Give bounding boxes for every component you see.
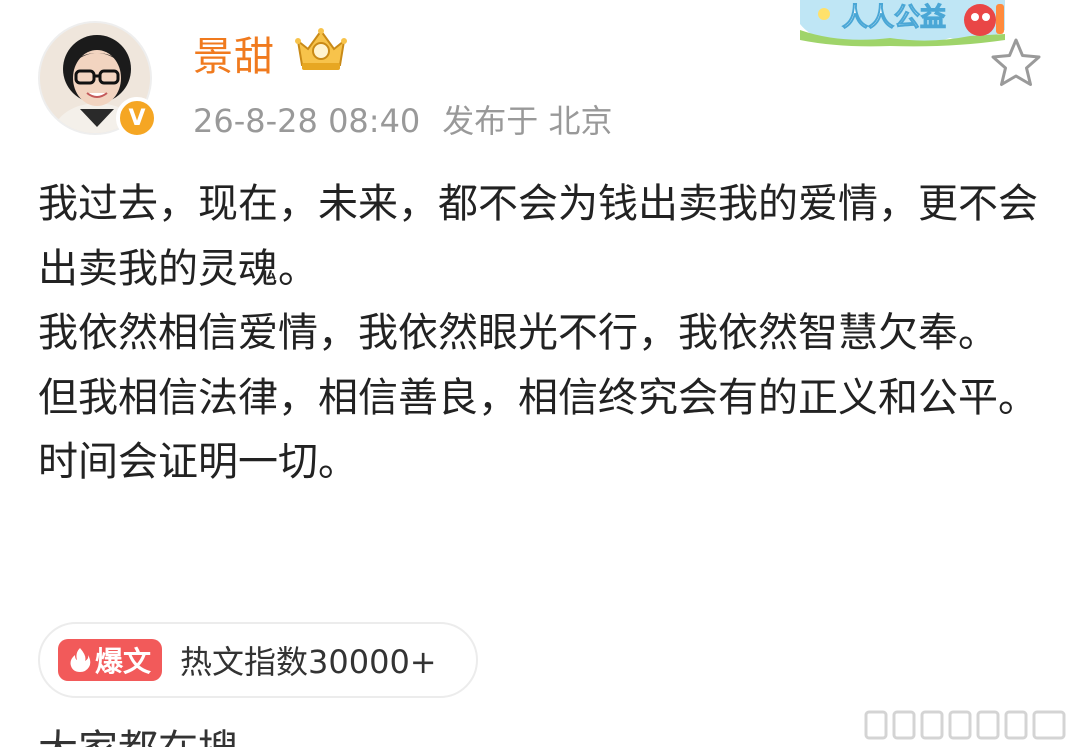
author-name[interactable]: 景甜 <box>193 24 275 82</box>
watermark-graphic <box>864 710 1066 740</box>
verified-v-icon: V <box>116 97 158 139</box>
star-outline-icon[interactable] <box>988 36 1044 90</box>
hot-badge-label: 爆文 <box>94 645 151 678</box>
post-location: 发布于 北京 <box>442 102 613 140</box>
weibo-post-card: V 景甜 26-8-28 08:40 发布于 北京 人人公益 我过去，现在，未来… <box>0 0 1080 747</box>
content-paragraph-3: 但我相信法律，相信善良，相信终究会有的正义和公平。 <box>38 374 1038 421</box>
charity-banner-label: 人人公益 <box>842 3 946 33</box>
hot-badge: 爆文 <box>58 639 162 681</box>
content-paragraph-1: 我过去，现在，未来，都不会为钱出卖我的爱情，更不会出卖我的灵魂。 <box>38 181 1038 292</box>
crown-icon[interactable] <box>294 27 348 73</box>
post-meta: 26-8-28 08:40 发布于 北京 <box>193 96 612 142</box>
hot-index-chip[interactable]: 爆文 热文指数30000+ <box>38 622 478 698</box>
author-avatar[interactable]: V <box>38 21 158 139</box>
fire-icon <box>70 648 91 672</box>
post-datetime: 26-8-28 08:40 <box>193 102 421 140</box>
content-paragraph-2: 我依然相信爱情，我依然眼光不行，我依然智慧欠奉。 <box>38 310 998 356</box>
charity-banner[interactable]: 人人公益 <box>800 0 1005 48</box>
content-paragraph-4: 时间会证明一切。 <box>38 439 358 485</box>
post-content: 我过去，现在，未来，都不会为钱出卖我的爱情，更不会出卖我的灵魂。 我依然相信爱情… <box>38 172 1048 495</box>
trending-section-title: 大家都在搜 <box>38 730 238 747</box>
hot-index-text: 热文指数30000+ <box>180 643 437 681</box>
